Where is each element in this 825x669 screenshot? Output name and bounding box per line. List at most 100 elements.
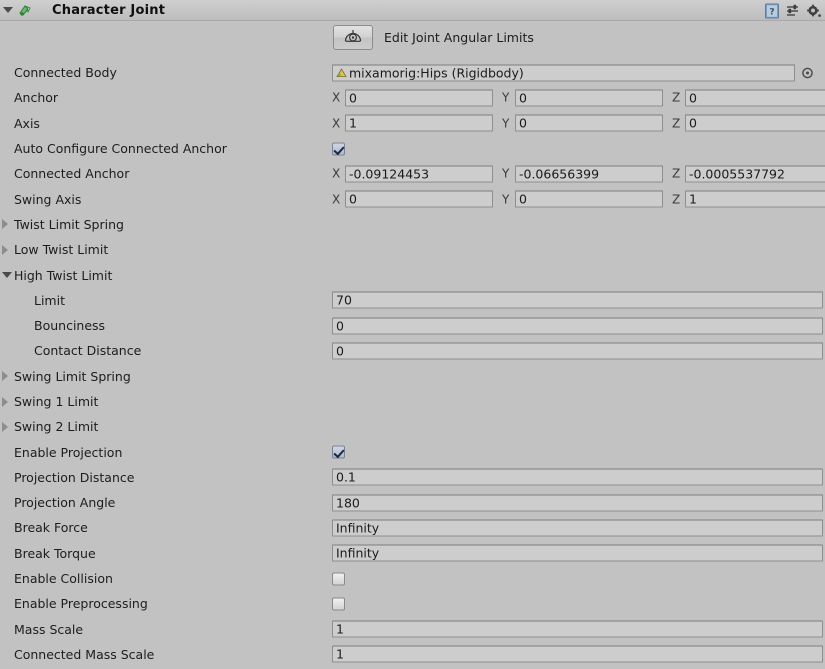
projection-distance-input[interactable]: 0.1 (332, 468, 823, 486)
projection-distance-label: Projection Distance (14, 469, 135, 485)
high-twist-limit-label: High Twist Limit (14, 267, 113, 283)
edit-joint-angular-limits-row: Edit Joint Angular Limits (333, 25, 534, 50)
row-twist-limit-spring[interactable]: Twist Limit Spring (0, 212, 825, 237)
swing-2-limit-label: Swing 2 Limit (14, 419, 99, 435)
connected-anchor-y-input[interactable]: -0.06656399 (515, 165, 663, 183)
twist-limit-spring-label: Twist Limit Spring (14, 216, 124, 232)
axis-y-axis-label: Y (502, 116, 510, 131)
header-icon-group: ? (764, 0, 822, 21)
connected-body-value: mixamorig:Hips (Rigidbody) (349, 65, 524, 81)
connected-anchor-y-axis-label: Y (502, 166, 510, 181)
row-connected-body: Connected Body mixamorig:Hips (Rigidbody… (0, 60, 825, 85)
help-icon[interactable]: ? (764, 3, 780, 19)
connected-anchor-z-group: Z -0.0005537792 (672, 165, 825, 183)
row-high-twist-limit[interactable]: High Twist Limit (0, 262, 825, 287)
high-twist-limit-contact-distance-input[interactable]: 0 (332, 342, 823, 360)
swing-axis-z-axis-label: Z (672, 192, 681, 207)
character-joint-icon (17, 2, 34, 19)
mass-scale-input[interactable]: 1 (332, 620, 823, 638)
row-break-force: Break Force Infinity (0, 515, 825, 540)
row-swing-limit-spring[interactable]: Swing Limit Spring (0, 364, 825, 389)
row-high-twist-limit-limit: Limit 70 (0, 288, 825, 313)
row-axis: Axis X 1 Y 0 Z 0 (0, 111, 825, 136)
anchor-x-input[interactable]: 0 (345, 89, 493, 107)
row-auto-configure-connected-anchor: Auto Configure Connected Anchor (0, 136, 825, 161)
enable-projection-checkbox[interactable] (332, 445, 345, 459)
chevron-right-icon[interactable] (2, 244, 8, 255)
connected-anchor-y-group: Y -0.06656399 (502, 165, 663, 183)
break-torque-input[interactable]: Infinity (332, 544, 823, 562)
row-swing-1-limit[interactable]: Swing 1 Limit (0, 389, 825, 414)
mass-scale-label: Mass Scale (14, 621, 84, 637)
enable-preprocessing-checkbox[interactable] (332, 597, 345, 611)
axis-z-group: Z 0 (672, 114, 825, 132)
chevron-right-icon[interactable] (2, 421, 8, 432)
axis-x-axis-label: X (332, 116, 341, 131)
high-twist-limit-limit-label: Limit (34, 292, 65, 308)
swing-limit-spring-label: Swing Limit Spring (14, 368, 131, 384)
axis-y-input[interactable]: 0 (515, 114, 663, 132)
high-twist-limit-bounciness-input[interactable]: 0 (332, 317, 823, 335)
swing-axis-z-input[interactable]: 1 (685, 190, 825, 208)
connected-anchor-z-input[interactable]: -0.0005537792 (685, 165, 825, 183)
row-connected-mass-scale: Connected Mass Scale 1 (0, 642, 825, 667)
object-picker-icon[interactable] (800, 65, 815, 80)
projection-angle-input[interactable]: 180 (332, 494, 823, 512)
row-low-twist-limit[interactable]: Low Twist Limit (0, 237, 825, 262)
high-twist-limit-bounciness-label: Bounciness (34, 318, 106, 334)
component-foldout-toggle[interactable] (0, 7, 16, 13)
axis-x-group: X 1 (332, 114, 493, 132)
connected-anchor-x-axis-label: X (332, 166, 341, 181)
auto-configure-connected-anchor-label: Auto Configure Connected Anchor (14, 141, 227, 157)
enable-preprocessing-label: Enable Preprocessing (14, 596, 148, 612)
row-mass-scale: Mass Scale 1 (0, 617, 825, 642)
component-header[interactable]: Character Joint ? (0, 0, 825, 21)
row-anchor: Anchor X 0 Y 0 Z 0 (0, 85, 825, 110)
high-twist-limit-limit-input[interactable]: 70 (332, 291, 823, 309)
chevron-right-icon[interactable] (2, 219, 8, 230)
anchor-label: Anchor (14, 90, 59, 106)
property-rows: Connected Body mixamorig:Hips (Rigidbody… (0, 60, 825, 667)
anchor-z-input[interactable]: 0 (685, 89, 825, 107)
chevron-right-icon[interactable] (2, 371, 8, 382)
swing-axis-x-input[interactable]: 0 (345, 190, 493, 208)
row-projection-angle: Projection Angle 180 (0, 490, 825, 515)
axis-z-axis-label: Z (672, 116, 681, 131)
enable-collision-checkbox[interactable] (332, 572, 345, 586)
swing-axis-y-input[interactable]: 0 (515, 190, 663, 208)
swing-axis-x-group: X 0 (332, 190, 493, 208)
axis-y-group: Y 0 (502, 114, 663, 132)
anchor-z-axis-label: Z (672, 90, 681, 105)
gear-icon[interactable] (806, 3, 822, 19)
joint-angular-limits-icon (342, 27, 364, 48)
row-break-torque: Break Torque Infinity (0, 541, 825, 566)
anchor-y-input[interactable]: 0 (515, 89, 663, 107)
row-swing-2-limit[interactable]: Swing 2 Limit (0, 414, 825, 439)
row-high-twist-limit-contact-distance: Contact Distance 0 (0, 338, 825, 363)
row-projection-distance: Projection Distance 0.1 (0, 465, 825, 490)
chevron-right-icon[interactable] (2, 396, 8, 407)
connected-anchor-z-axis-label: Z (672, 166, 681, 181)
connected-body-object-field[interactable]: mixamorig:Hips (Rigidbody) (332, 64, 795, 82)
axis-x-input[interactable]: 1 (345, 114, 493, 132)
edit-joint-angular-limits-button[interactable] (333, 25, 373, 50)
swing-axis-y-axis-label: Y (502, 192, 510, 207)
connected-mass-scale-input[interactable]: 1 (332, 645, 823, 663)
axis-label: Axis (14, 115, 40, 131)
auto-configure-connected-anchor-checkbox[interactable] (332, 142, 345, 156)
row-enable-preprocessing: Enable Preprocessing (0, 591, 825, 616)
connected-anchor-x-input[interactable]: -0.09124453 (345, 165, 493, 183)
swing-1-limit-label: Swing 1 Limit (14, 394, 99, 409)
break-torque-label: Break Torque (14, 545, 96, 561)
rigidbody-object-icon (335, 66, 348, 79)
break-force-input[interactable]: Infinity (332, 519, 823, 537)
row-connected-anchor: Connected Anchor X -0.09124453 Y -0.0665… (0, 161, 825, 186)
swing-axis-z-group: Z 1 (672, 190, 825, 208)
connected-anchor-label: Connected Anchor (14, 166, 130, 182)
connected-anchor-x-group: X -0.09124453 (332, 165, 493, 183)
preset-icon[interactable] (785, 3, 801, 19)
break-force-label: Break Force (14, 520, 88, 536)
chevron-down-icon[interactable] (2, 272, 12, 279)
enable-projection-label: Enable Projection (14, 444, 123, 460)
axis-z-input[interactable]: 0 (685, 114, 825, 132)
